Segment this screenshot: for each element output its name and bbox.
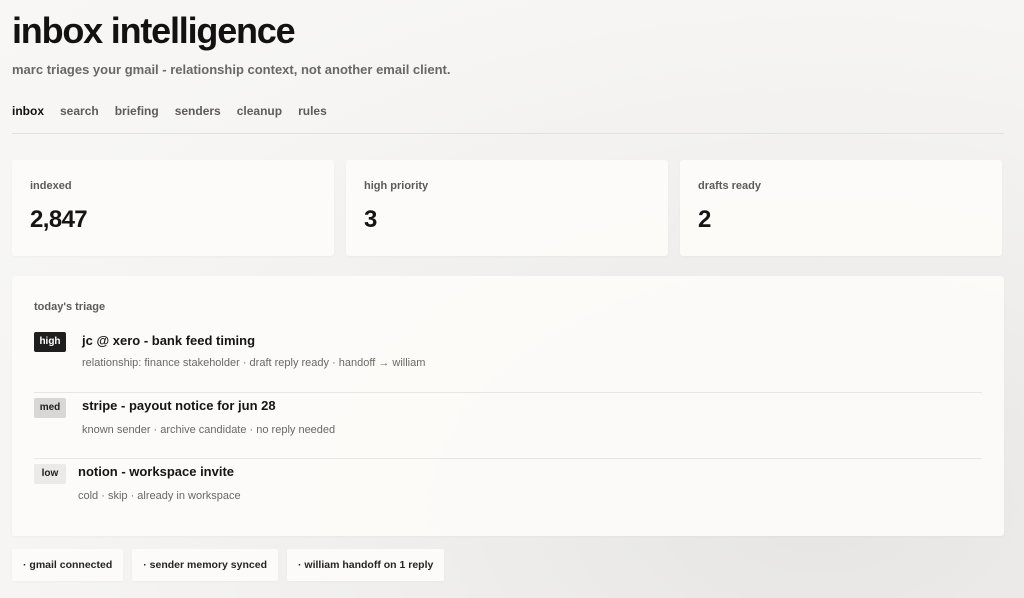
priority-badge-med: med [34,398,66,418]
stat-card-high-priority: high priority 3 [346,160,668,256]
triage-subject: notion - workspace invite [78,464,235,479]
triage-panel: today's triage high jc @ xero - bank fee… [12,276,1004,536]
nav-item-inbox[interactable]: inbox [12,103,44,119]
stat-value: 2 [698,206,711,233]
page-title: inbox intelligence [12,10,296,51]
status-pill-gmail: · gmail connected [12,549,124,581]
triage-title: today's triage [34,301,106,313]
triage-row[interactable]: low notion - workspace invite cold · ski… [34,458,982,525]
triage-subject: jc @ xero - bank feed timing [82,333,256,348]
stat-label: high priority [364,180,429,192]
main-nav: inbox search briefing senders cleanup ru… [12,103,327,119]
nav-item-search[interactable]: search [60,103,99,119]
nav-item-briefing[interactable]: briefing [115,103,159,119]
triage-meta: known sender · archive candidate · no re… [82,424,336,436]
triage-subject: stripe - payout notice for jun 28 [82,398,276,413]
nav-item-cleanup[interactable]: cleanup [237,103,282,119]
stat-label: drafts ready [698,180,761,192]
nav-item-rules[interactable]: rules [298,103,327,119]
stat-card-indexed: indexed 2,847 [12,160,334,256]
nav-divider [12,133,1004,134]
stat-card-drafts-ready: drafts ready 2 [680,160,1002,256]
status-pill-sender-memory: · sender memory synced [132,549,278,581]
stat-value: 2,847 [30,206,88,233]
priority-badge-low: low [34,464,66,484]
app-root: inbox intelligence marc triages your gma… [12,0,1004,598]
triage-row[interactable]: med stripe - payout notice for jun 28 kn… [34,392,982,459]
page-subtitle: marc triages your gmail - relationship c… [12,62,451,77]
priority-badge-high: high [34,332,66,352]
stat-label: indexed [30,180,72,192]
triage-meta: cold · skip · already in workspace [78,490,241,502]
status-pills: · gmail connected · sender memory synced… [12,549,445,581]
triage-row[interactable]: high jc @ xero - bank feed timing relati… [34,326,982,392]
stat-value: 3 [364,206,377,233]
nav-item-senders[interactable]: senders [175,103,221,119]
status-pill-william-handoff: · william handoff on 1 reply [286,549,445,581]
triage-meta: relationship: finance stakeholder · draf… [82,357,426,369]
